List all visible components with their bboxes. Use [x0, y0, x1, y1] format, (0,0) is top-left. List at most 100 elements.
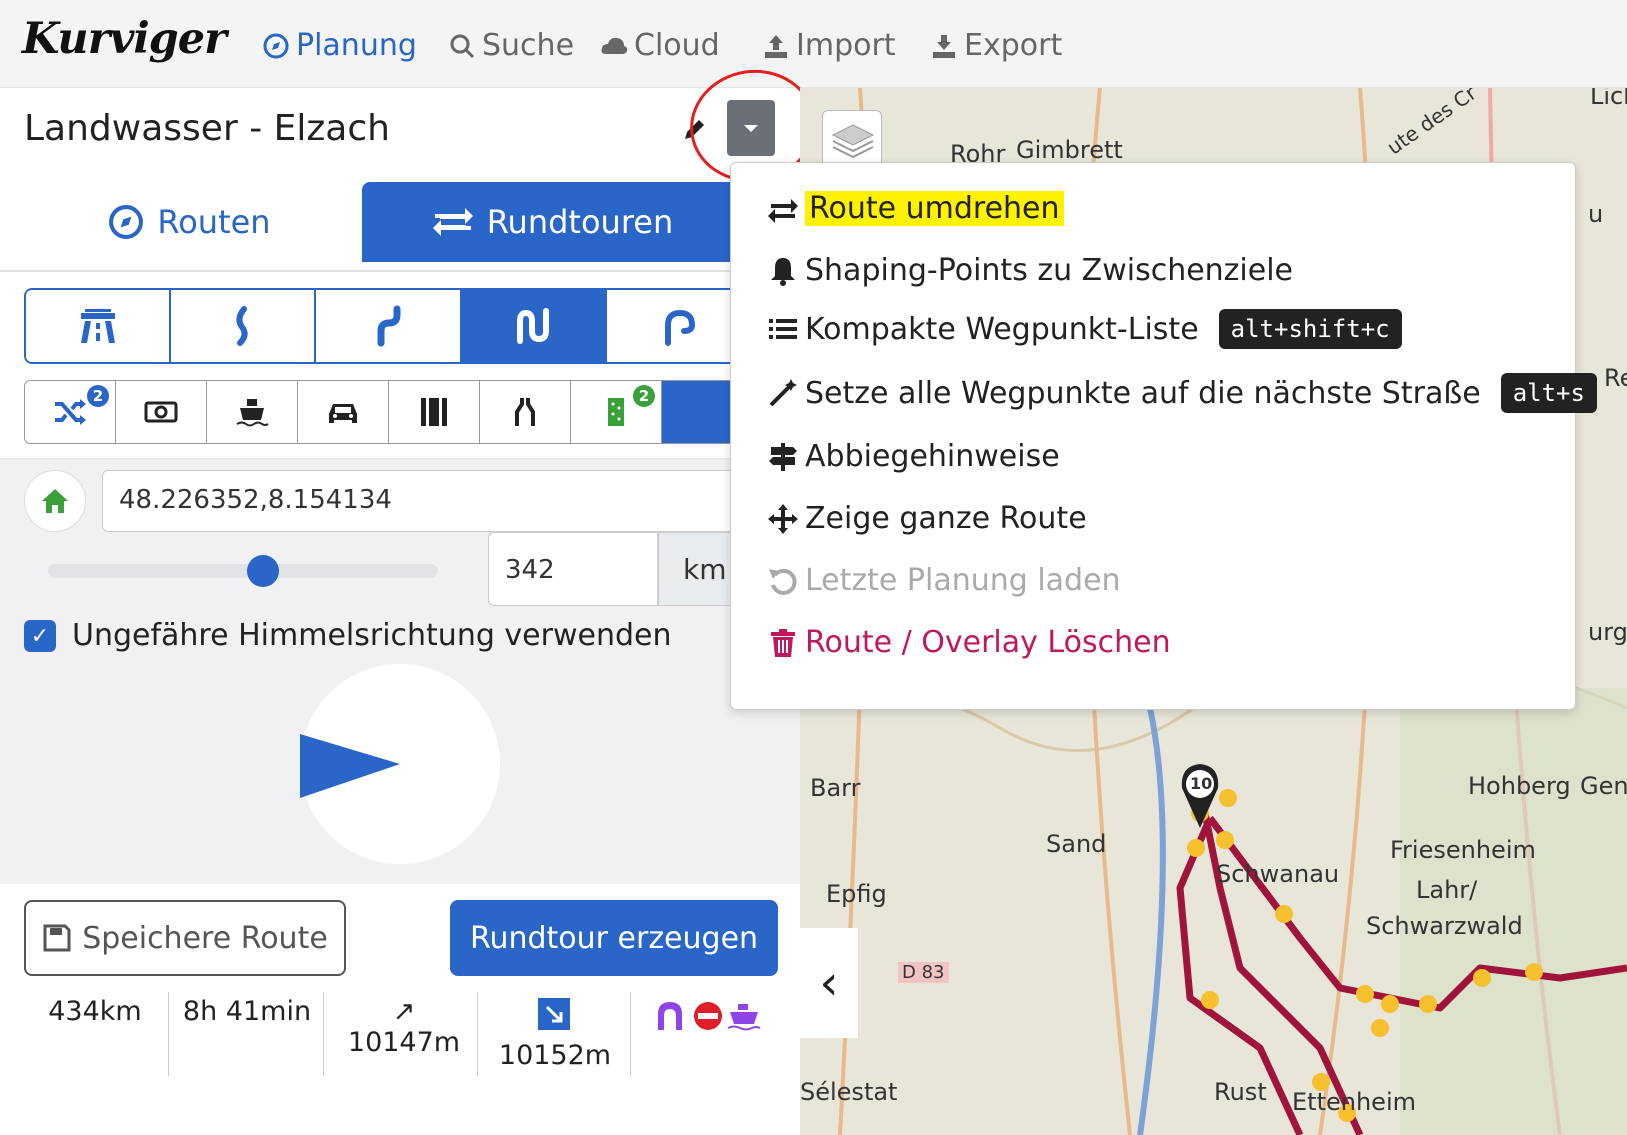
distance-slider-thumb[interactable]: [247, 555, 279, 587]
menu-item-shaping-points-label: Shaping-Points zu Zwischenziele: [805, 253, 1294, 288]
nav-planung[interactable]: Planung: [262, 28, 417, 63]
distance-input[interactable]: 342: [488, 532, 658, 606]
option-unpaved[interactable]: [389, 381, 480, 443]
menu-item-shaping-points[interactable]: Shaping-Points zu Zwischenziele: [767, 253, 1293, 288]
brand-logo[interactable]: Kurviger: [22, 14, 227, 64]
map-label: Barr: [810, 774, 861, 802]
route-options-row: 2 2: [24, 380, 754, 444]
route-title: Landwasser - Elzach: [24, 108, 390, 149]
map-layers-button[interactable]: [822, 110, 882, 170]
tab-routen[interactable]: Routen: [24, 182, 354, 262]
menu-item-show-whole-route[interactable]: Zeige ganze Route: [767, 501, 1087, 536]
slight-curve-icon: [236, 306, 248, 346]
signpost-icon: [769, 442, 797, 471]
direction-checkbox[interactable]: ✓: [24, 620, 56, 652]
direction-arrow-icon: [300, 734, 400, 798]
avoid-flags-icon: [658, 1002, 761, 1031]
descent-arrow-icon: [538, 998, 570, 1030]
option-shuffle[interactable]: 2: [25, 381, 116, 443]
loop-arrows-icon: [432, 208, 473, 236]
extreme-curvy-road-icon: [665, 309, 696, 346]
magic-wand-icon: [769, 379, 797, 407]
menu-item-delete-route-label: Route / Overlay Löschen: [805, 625, 1171, 660]
shuffle-count-badge: 2: [87, 385, 109, 407]
distance-unit: km: [658, 532, 738, 606]
menu-item-snap-waypoints-label: Setze alle Wegpunkte auf die nächste Str…: [805, 375, 1481, 411]
highway-icon: [80, 309, 115, 343]
top-navbar: Kurviger Planung Suche Cloud Import Expo…: [0, 0, 1627, 88]
map-label: Gen: [1580, 772, 1627, 800]
nav-cloud-label: Cloud: [634, 28, 720, 63]
car-icon: [329, 404, 357, 423]
map-label: Re: [1604, 364, 1627, 392]
stat-divider: [323, 992, 324, 1076]
nav-cloud[interactable]: Cloud: [600, 28, 720, 63]
option-toll[interactable]: [116, 381, 207, 443]
map-label: Sand: [1046, 830, 1107, 858]
curviness-curvy[interactable]: [316, 290, 462, 362]
curvy-road-icon: [377, 305, 401, 347]
search-icon: [450, 34, 475, 58]
nav-export[interactable]: Export: [930, 28, 1062, 63]
map-label: Schwanau: [1216, 860, 1340, 888]
bell-icon: [771, 257, 795, 286]
curviness-selector: [24, 288, 754, 364]
very-curvy-road-icon: [517, 308, 550, 344]
map-label: Rust: [1214, 1078, 1267, 1106]
curviness-slight[interactable]: [171, 290, 317, 362]
nav-import[interactable]: Import: [762, 28, 896, 63]
nav-suche-label: Suche: [482, 28, 575, 63]
option-tunnel[interactable]: [480, 381, 571, 443]
map-label: Friesenheim: [1390, 836, 1536, 864]
ship-icon: [236, 399, 269, 427]
chevron-left-icon: ‹: [819, 955, 839, 1011]
waypoint-marker-number[interactable]: 10: [1190, 774, 1212, 793]
tab-routen-label: Routen: [157, 203, 271, 241]
trash-icon: [771, 628, 795, 657]
menu-item-turn-instructions[interactable]: Abbiegehinweise: [767, 439, 1060, 474]
nav-suche[interactable]: Suche: [448, 28, 574, 63]
shuffle-icon: [55, 399, 86, 425]
route-options-menu: Route umdrehen Shaping-Points zu Zwische…: [730, 162, 1597, 710]
option-car[interactable]: [298, 381, 389, 443]
stat-distance: 434km: [48, 996, 142, 1027]
upload-icon: [765, 34, 787, 58]
save-route-button[interactable]: Speichere Route: [24, 900, 346, 976]
map-label: Lahr/: [1416, 876, 1478, 904]
direction-picker[interactable]: [300, 664, 500, 864]
menu-item-compact-waypoint-list[interactable]: Kompakte Wegpunkt-Liste alt+shift+c: [767, 309, 1402, 349]
undo-icon: [769, 568, 797, 595]
stat-divider: [168, 992, 169, 1076]
menu-item-snap-waypoints[interactable]: Setze alle Wegpunkte auf die nächste Str…: [767, 373, 1597, 413]
menu-item-reverse-route-label: Route umdrehen: [805, 191, 1064, 226]
option-ferry[interactable]: [207, 381, 298, 443]
option-green-areas[interactable]: 2: [571, 381, 662, 443]
stat-divider: [477, 992, 478, 1076]
map-label: Epfig: [826, 880, 887, 908]
tab-rundtouren[interactable]: Rundtouren: [362, 182, 742, 262]
collapse-sidebar-button[interactable]: ‹: [800, 928, 858, 1038]
save-route-label: Speichere Route: [82, 920, 328, 956]
curviness-very-curvy[interactable]: [461, 290, 607, 362]
nature-icon: [608, 398, 624, 426]
menu-item-load-last-plan: Letzte Planung laden: [767, 563, 1121, 598]
start-home-button[interactable]: [24, 470, 86, 532]
map-label: u: [1588, 200, 1604, 228]
menu-item-load-last-plan-label: Letzte Planung laden: [805, 563, 1121, 598]
map-label: Lich: [1590, 88, 1627, 110]
menu-item-delete-route[interactable]: Route / Overlay Löschen: [767, 625, 1171, 660]
green-count-badge: 2: [633, 385, 655, 407]
tab-rundtouren-label: Rundtouren: [486, 203, 674, 241]
stat-duration: 8h 41min: [182, 996, 312, 1027]
map-label: Schwarzwald: [1366, 912, 1523, 940]
generate-roundtrip-button[interactable]: Rundtour erzeugen: [450, 900, 778, 976]
narrow-road-icon: [515, 398, 535, 426]
list-icon: [769, 319, 797, 339]
curviness-highway[interactable]: [26, 290, 172, 362]
start-coordinates-input[interactable]: 48.226352,8.154134: [102, 470, 782, 532]
menu-item-reverse-route[interactable]: Route umdrehen: [767, 191, 1064, 226]
floppy-disk-icon: [43, 924, 71, 952]
compass-icon: [263, 33, 289, 58]
distance-slider[interactable]: [48, 564, 438, 578]
nav-import-label: Import: [796, 28, 896, 63]
